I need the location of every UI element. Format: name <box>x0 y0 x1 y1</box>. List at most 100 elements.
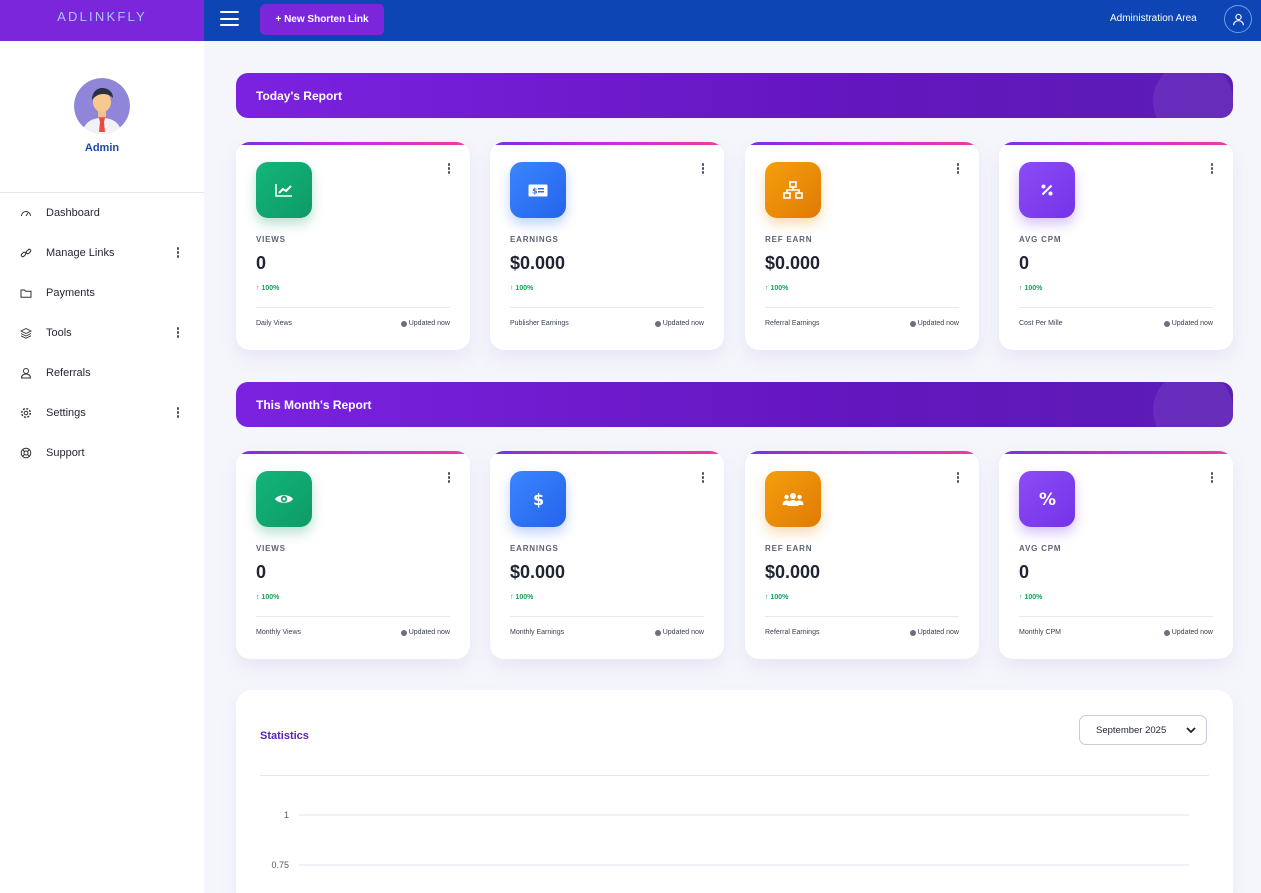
clock-icon <box>400 320 407 327</box>
administration-area-link[interactable]: Administration Area <box>1110 13 1197 24</box>
folder-icon <box>20 287 32 299</box>
sidebar-item-referrals[interactable]: Referrals <box>0 353 204 393</box>
y-tick-label: 0.75 <box>271 860 289 870</box>
divider <box>765 616 959 617</box>
todays-report-header: Today's Report <box>236 73 1233 118</box>
card-label: VIEWS <box>256 235 286 244</box>
card-menu-icon[interactable] <box>446 472 452 484</box>
card-label: REF EARN <box>765 544 813 553</box>
card-label: EARNINGS <box>510 544 559 553</box>
chart-icon <box>256 162 312 218</box>
card-updated: Updated now <box>400 320 450 327</box>
card-change: ↑ 100% <box>1019 594 1043 601</box>
submenu-kebab-icon[interactable] <box>175 247 181 259</box>
eye-icon <box>256 471 312 527</box>
card-footer-label: Cost Per Mille <box>1019 320 1063 327</box>
statistics-title: Statistics <box>260 730 309 742</box>
submenu-kebab-icon[interactable] <box>175 327 181 339</box>
sidebar-item-label: Referrals <box>46 367 91 379</box>
card-value: $0.000 <box>765 562 821 582</box>
brand-logo[interactable]: ADLINKFLY <box>0 0 204 41</box>
clock-icon <box>909 320 916 327</box>
card-footer-label: Publisher Earnings <box>510 320 569 327</box>
hamburger-menu-icon[interactable] <box>220 11 239 26</box>
month-select-value: September 2025 <box>1096 724 1167 736</box>
user-icon <box>1232 13 1244 25</box>
sidebar-item-label: Support <box>46 447 85 459</box>
card-menu-icon[interactable] <box>700 163 706 175</box>
divider <box>1019 307 1213 308</box>
users-icon <box>765 471 821 527</box>
avatar[interactable] <box>74 78 130 134</box>
card-change: ↑ 100% <box>256 594 280 601</box>
clock-icon <box>654 320 661 327</box>
clock-icon <box>1163 629 1170 636</box>
sidebar-item-payments[interactable]: Payments <box>0 273 204 313</box>
sidebar-item-manage-links[interactable]: Manage Links <box>0 233 204 273</box>
sidebar-item-dashboard[interactable]: Dashboard <box>0 193 204 233</box>
card-accent-bar <box>745 451 979 454</box>
card-change: ↑ 100% <box>510 594 534 601</box>
card-label: REF EARN <box>765 235 813 244</box>
sidebar: Admin Dashboard Manage Links Payments To… <box>0 41 204 893</box>
section-title: This Month's Report <box>256 398 372 412</box>
card-updated: Updated now <box>909 320 959 327</box>
sidebar-item-label: Tools <box>46 327 72 339</box>
card-updated: Updated now <box>654 320 704 327</box>
stat-card-earnings: $ EARNINGS $0.000 ↑ 100% Monthly Earning… <box>490 451 724 659</box>
sidebar-item-support[interactable]: Support <box>0 433 204 473</box>
card-menu-icon[interactable] <box>955 472 961 484</box>
clock-icon <box>909 629 916 636</box>
card-value: $0.000 <box>510 253 566 273</box>
sidebar-item-label: Settings <box>46 407 86 419</box>
stat-card-avg-cpm: AVG CPM 0 ↑ 100% Cost Per Mille Updated … <box>999 142 1233 350</box>
divider <box>260 775 1209 776</box>
submenu-kebab-icon[interactable] <box>175 407 181 419</box>
section-title: Today's Report <box>256 89 342 103</box>
card-menu-icon[interactable] <box>1209 163 1215 175</box>
card-menu-icon[interactable] <box>446 163 452 175</box>
clock-icon <box>654 629 661 636</box>
y-tick-label: 1 <box>284 810 289 820</box>
card-label: AVG CPM <box>1019 235 1062 244</box>
month-select[interactable]: September 2025 <box>1079 715 1207 745</box>
money-bill-icon: $ <box>510 162 566 218</box>
card-value: $0.000 <box>510 562 566 582</box>
card-menu-icon[interactable] <box>955 163 961 175</box>
card-value: $0.000 <box>765 253 821 273</box>
stat-card-ref-earn: REF EARN $0.000 ↑ 100% Referral Earnings… <box>745 142 979 350</box>
card-label: VIEWS <box>256 544 286 553</box>
stat-card-ref-earn: REF EARN $0.000 ↑ 100% Referral Earnings… <box>745 451 979 659</box>
card-updated: Updated now <box>1163 320 1213 327</box>
stat-card-views: VIEWS 0 ↑ 100% Daily Views Updated now <box>236 142 470 350</box>
card-accent-bar <box>745 142 979 145</box>
card-value: 0 <box>1019 253 1030 273</box>
sidebar-item-label: Payments <box>46 287 95 299</box>
card-label: AVG CPM <box>1019 544 1062 553</box>
card-accent-bar <box>999 451 1233 454</box>
sidebar-item-tools[interactable]: Tools <box>0 313 204 353</box>
stat-card-avg-cpm: % AVG CPM 0 ↑ 100% Monthly CPM Updated n… <box>999 451 1233 659</box>
card-accent-bar <box>490 142 724 145</box>
decorative-circle <box>1153 73 1233 118</box>
card-updated: Updated now <box>400 629 450 636</box>
card-updated: Updated now <box>1163 629 1213 636</box>
statistics-panel: Statistics September 2025 1 0.75 <box>236 690 1233 893</box>
stat-card-views: VIEWS 0 ↑ 100% Monthly Views Updated now <box>236 451 470 659</box>
sidebar-item-settings[interactable]: Settings <box>0 393 204 433</box>
card-menu-icon[interactable] <box>700 472 706 484</box>
user-icon <box>20 367 32 379</box>
link-icon <box>20 247 32 259</box>
card-accent-bar <box>490 451 724 454</box>
card-accent-bar <box>999 142 1233 145</box>
card-change: ↑ 100% <box>1019 285 1043 292</box>
card-change: ↑ 100% <box>765 594 789 601</box>
new-shorten-link-button[interactable]: + New Shorten Link <box>260 4 384 35</box>
stat-card-earnings: $ EARNINGS $0.000 ↑ 100% Publisher Earni… <box>490 142 724 350</box>
user-menu-button[interactable] <box>1224 5 1252 33</box>
card-change: ↑ 100% <box>256 285 280 292</box>
card-footer-label: Monthly Earnings <box>510 629 565 636</box>
card-updated: Updated now <box>909 629 959 636</box>
card-menu-icon[interactable] <box>1209 472 1215 484</box>
speedometer-icon <box>20 207 32 219</box>
